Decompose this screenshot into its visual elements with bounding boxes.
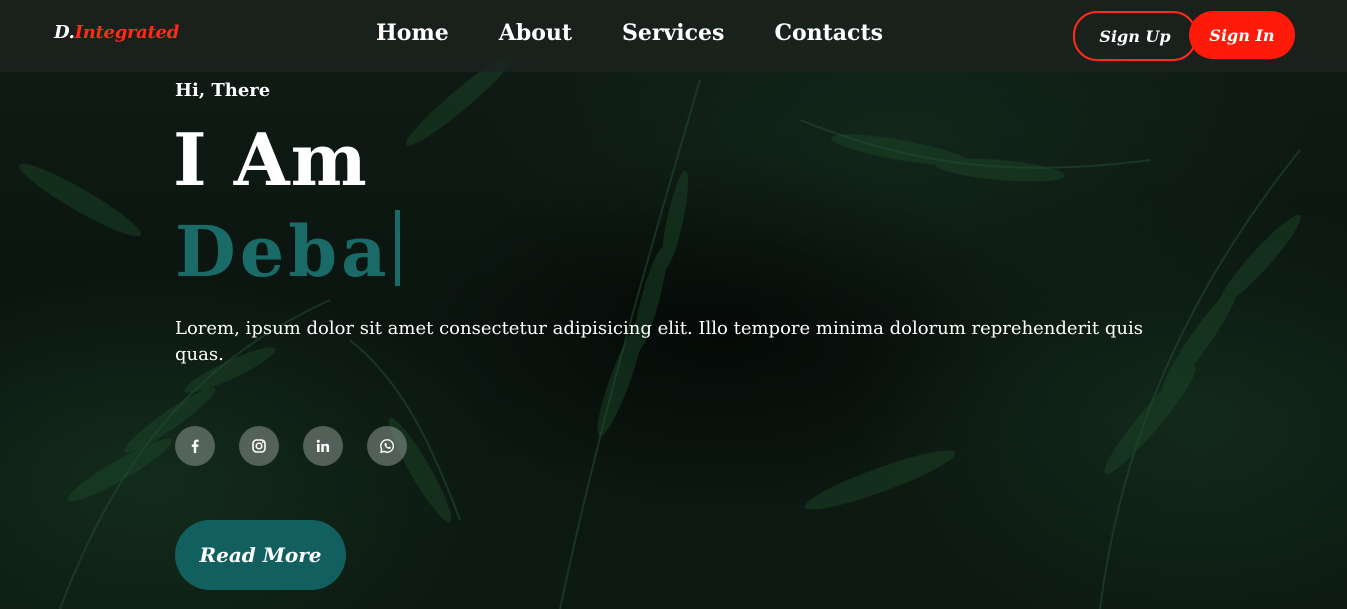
typing-cursor <box>394 210 400 286</box>
page: D.Integrated Home About Services Contact… <box>0 0 1347 609</box>
linkedin-icon <box>316 439 330 452</box>
facebook-icon <box>191 439 199 453</box>
nav-item-contacts: Contacts <box>774 20 883 46</box>
nav-link-contacts[interactable]: Contacts <box>774 20 883 46</box>
instagram-icon <box>252 439 266 453</box>
nav-links: Home About Services Contacts <box>376 20 883 46</box>
nav-link-home[interactable]: Home <box>376 20 449 46</box>
sign-in-button[interactable]: Sign In <box>1189 11 1295 59</box>
typed-name: Deba <box>175 210 391 293</box>
brand-logo[interactable]: D.Integrated <box>54 22 179 43</box>
instagram-link[interactable] <box>239 426 279 466</box>
facebook-link[interactable] <box>175 426 215 466</box>
nav-item-services: Services <box>622 20 724 46</box>
hero-heading: I Am <box>173 117 368 202</box>
whatsapp-link[interactable] <box>367 426 407 466</box>
nav-item-home: Home <box>376 20 449 46</box>
navbar: D.Integrated Home About Services Contact… <box>0 0 1347 72</box>
whatsapp-icon <box>380 439 395 454</box>
sign-up-button[interactable]: Sign Up <box>1073 11 1197 61</box>
brand-prefix: D. <box>54 22 75 43</box>
nav-link-services[interactable]: Services <box>622 20 724 46</box>
hero-greeting: Hi, There <box>175 80 271 101</box>
social-links <box>175 426 407 466</box>
read-more-button[interactable]: Read More <box>175 520 346 590</box>
nav-link-about[interactable]: About <box>499 20 572 46</box>
hero-typed-text: Deba <box>175 210 400 287</box>
brand-suffix: Integrated <box>74 22 180 43</box>
hero-description: Lorem, ipsum dolor sit amet consectetur … <box>175 318 1144 365</box>
nav-item-about: About <box>499 20 572 46</box>
linkedin-link[interactable] <box>303 426 343 466</box>
